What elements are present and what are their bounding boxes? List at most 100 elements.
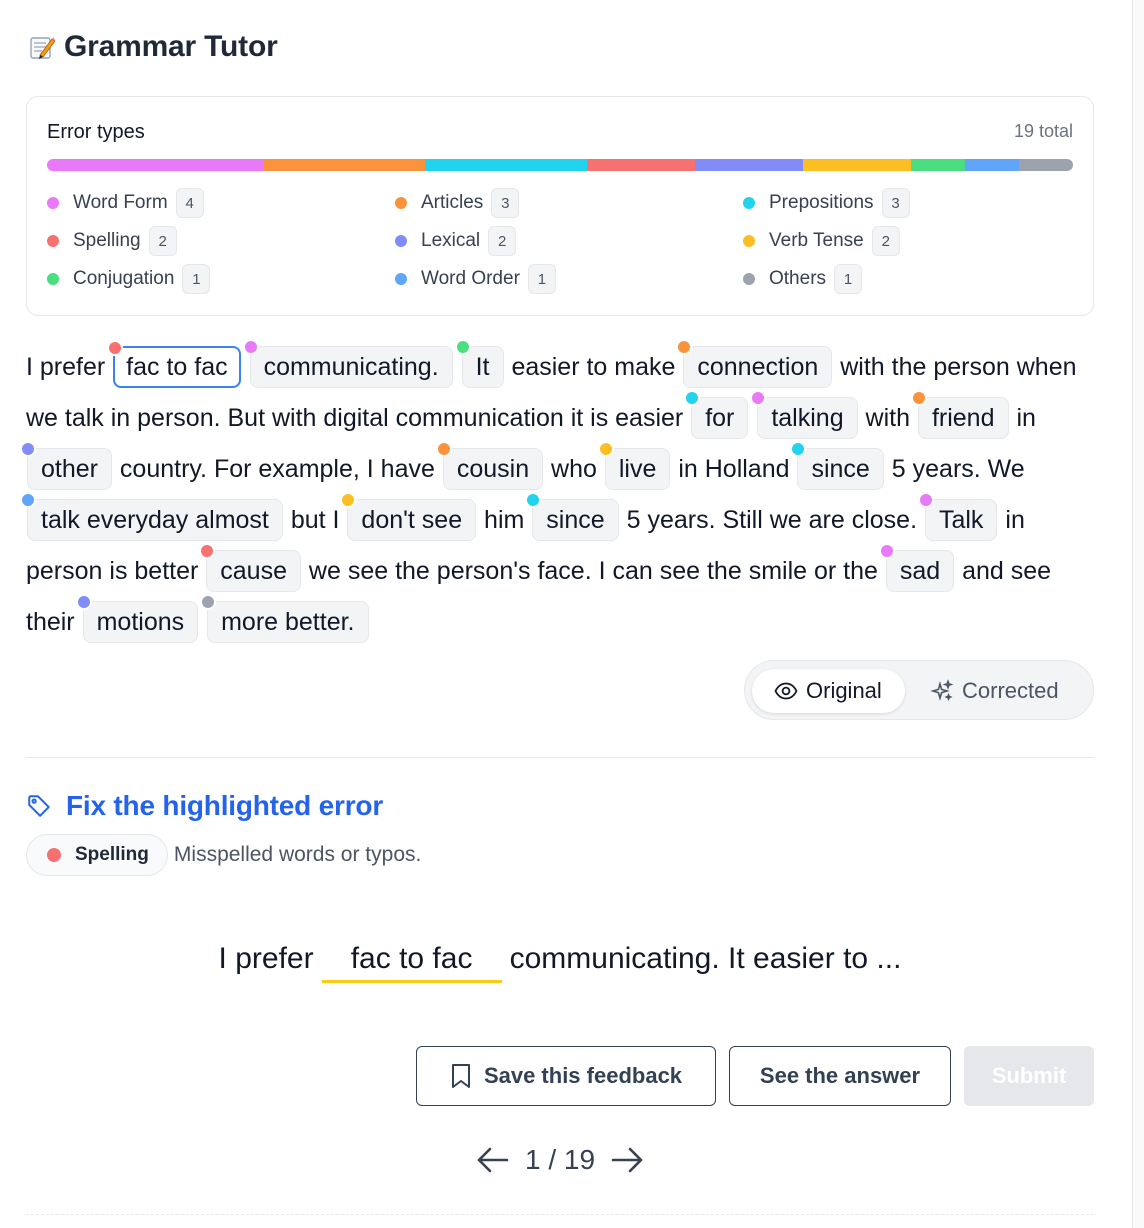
legend-dot (395, 235, 407, 247)
error-chip-text: motions (96, 608, 185, 636)
arrow-right-icon[interactable] (609, 1145, 645, 1175)
error-chip-dot (525, 492, 542, 508)
legend-dot (395, 197, 407, 209)
legend-dot (395, 273, 407, 285)
submit-label: Submit (991, 1063, 1067, 1088)
arrow-left-icon[interactable] (475, 1145, 511, 1175)
section-divider (26, 757, 1094, 758)
error-chip[interactable]: for (684, 390, 749, 439)
legend-item: Others 1 (743, 263, 1073, 295)
legend-count: 1 (527, 264, 556, 294)
legend-count: 3 (491, 188, 520, 218)
page-indicator: 1 / 19 (524, 1144, 596, 1175)
legend-item: Lexical 2 (395, 225, 743, 257)
error-chip-dot (20, 492, 36, 508)
legend-count: 2 (488, 226, 517, 256)
error-chip[interactable]: more better. (200, 594, 369, 643)
answer-blank[interactable]: fac to fac (321, 938, 502, 983)
error-chip[interactable]: Talk (917, 492, 998, 541)
error-chip[interactable]: other (20, 441, 112, 490)
legend-label: Prepositions (769, 192, 874, 213)
error-chip-dot (878, 543, 895, 559)
error-chip-dot (454, 339, 471, 355)
error-chip[interactable]: cause (199, 543, 301, 592)
legend-count: 2 (148, 226, 177, 256)
error-types-legend: Word Form 4 Articles 3 Prepositions 3 Spelling… (47, 187, 1073, 295)
error-chip[interactable]: communicating. (242, 339, 453, 388)
distribution-segment (47, 159, 263, 171)
error-chip-dot (242, 339, 259, 355)
error-chip-dot (200, 594, 217, 610)
legend-item: Prepositions 3 (743, 187, 1073, 219)
save-feedback-label: Save this feedback (483, 1063, 683, 1088)
error-chip-text: talking (771, 404, 844, 432)
legend-label: Spelling (73, 230, 141, 251)
error-types-title: Error types (47, 121, 145, 143)
legend-count: 4 (175, 188, 204, 218)
legend-count: 3 (881, 188, 910, 218)
distribution-segment (695, 159, 803, 171)
error-chip[interactable]: It (454, 339, 504, 388)
error-chip[interactable]: friend (910, 390, 1009, 439)
error-chip[interactable]: sad (878, 543, 955, 592)
error-chip-dot (20, 441, 36, 457)
toggle-original-label: Original (806, 678, 882, 703)
error-chip[interactable]: connection (676, 339, 833, 388)
error-chip[interactable]: cousin (435, 441, 544, 490)
error-chip-text: cousin (456, 455, 530, 483)
scrollbar-track[interactable] (1132, 0, 1144, 1228)
legend-count: 1 (182, 264, 211, 294)
legend-item: Articles 3 (395, 187, 743, 219)
legend-item: Word Order 1 (395, 263, 743, 295)
error-type-description: Misspelled words or typos. (173, 843, 422, 866)
legend-item: Conjugation 1 (47, 263, 395, 295)
error-chip[interactable]: talking (750, 390, 858, 439)
sparkles-icon (930, 679, 954, 702)
legend-label: Articles (421, 192, 484, 213)
memo-pencil-icon (28, 30, 60, 64)
essay-text-run: in Holland (671, 455, 797, 483)
error-chip[interactable]: since (790, 441, 884, 490)
save-feedback-button[interactable]: Save this feedback (416, 1046, 716, 1106)
error-chip-text: It (475, 353, 490, 381)
error-chip-text: for (705, 404, 735, 432)
error-chip[interactable]: talk everyday almost (20, 492, 283, 541)
legend-dot (743, 197, 755, 209)
action-buttons: Save this feedback See the answer Submit (416, 1046, 1094, 1106)
error-chip-dot (199, 543, 216, 559)
pager: 1 / 19 (26, 1144, 1094, 1176)
legend-label: Word Form (73, 192, 168, 213)
essay-text-run (242, 353, 249, 381)
error-chip[interactable]: motions (75, 594, 199, 643)
essay-text-run (454, 353, 461, 381)
legend-label: Verb Tense (769, 230, 864, 251)
eye-icon (774, 682, 798, 700)
sentence-after: communicating. It easier to ... (509, 942, 902, 975)
essay-text-run: him (477, 506, 532, 534)
error-chip-text: Talk (938, 506, 984, 534)
legend-count: 2 (871, 226, 900, 256)
legend-count: 1 (834, 264, 863, 294)
distribution-segment (965, 159, 1019, 171)
toggle-corrected[interactable]: Corrected (930, 669, 1090, 713)
sentence-before: I prefer (218, 942, 314, 975)
error-types-card: Error types 19 total Word Form 4 Articles 3… (26, 96, 1094, 316)
error-chip[interactable]: don't see (340, 492, 477, 541)
essay-text-run (199, 608, 206, 636)
error-chip-text: sad (899, 557, 941, 585)
toggle-original[interactable]: Original (752, 669, 905, 713)
error-chip[interactable]: live (597, 441, 671, 490)
error-type-dot (47, 848, 61, 862)
essay-text-run: easier to make (504, 353, 683, 381)
legend-item: Verb Tense 2 (743, 225, 1073, 257)
bookmark-icon (451, 1064, 470, 1088)
essay-text-run (749, 404, 756, 432)
error-chip[interactable]: since (525, 492, 619, 541)
see-answer-button[interactable]: See the answer (729, 1046, 951, 1106)
legend-dot (47, 235, 59, 247)
submit-button[interactable]: Submit (964, 1046, 1094, 1106)
error-chip-text: don't see (361, 506, 463, 534)
legend-item: Spelling 2 (47, 225, 395, 257)
tag-icon (28, 795, 50, 817)
error-chip[interactable]: fac to fac (107, 340, 241, 388)
